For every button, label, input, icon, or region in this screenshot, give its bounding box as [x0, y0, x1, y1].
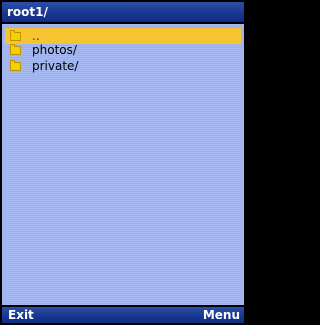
folder-icon [10, 29, 21, 41]
phone-screen: root1/ .. photos/ private/ Exit Menu [0, 0, 246, 325]
folder-icon [10, 59, 21, 71]
title-bar: root1/ [2, 2, 244, 22]
folder-icon [10, 43, 21, 55]
list-item-label: photos/ [32, 43, 77, 57]
current-path-title: root1/ [7, 5, 48, 19]
menu-softkey[interactable]: Menu [203, 307, 240, 323]
list-item-photos[interactable]: photos/ [5, 42, 241, 58]
list-item-label: private/ [32, 59, 79, 73]
softkey-bar: Exit Menu [2, 307, 244, 323]
exit-softkey[interactable]: Exit [8, 307, 34, 323]
list-item-private[interactable]: private/ [5, 58, 241, 74]
file-list[interactable]: .. photos/ private/ [2, 24, 244, 305]
